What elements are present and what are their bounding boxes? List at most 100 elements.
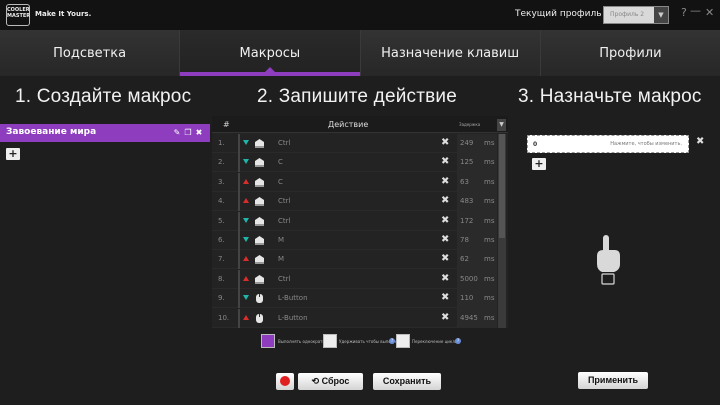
delay-value[interactable]: 249 <box>460 139 482 147</box>
delay-unit: ms <box>484 177 495 186</box>
action-label: C <box>278 177 283 186</box>
delay-value[interactable]: 63 <box>460 178 482 186</box>
delete-assignment-icon[interactable]: ✖ <box>696 136 704 147</box>
row-divider <box>238 134 240 153</box>
delete-row-icon[interactable]: ✖ <box>441 312 449 323</box>
row-number: 10. <box>218 313 230 322</box>
delay-unit: ms <box>484 294 495 303</box>
macro-name: Завоевание мира <box>6 127 97 137</box>
tab-macros[interactable]: Макросы <box>180 30 361 76</box>
delete-row-icon[interactable]: ✖ <box>441 176 449 187</box>
sort-dropdown-icon[interactable]: ▼ <box>497 119 506 131</box>
option-loop-checkbox[interactable] <box>396 334 410 348</box>
delete-row-icon[interactable]: ✖ <box>441 156 449 167</box>
delay-value[interactable]: 5000 <box>460 275 482 283</box>
delay-unit: ms <box>484 255 495 264</box>
table-row[interactable]: 10. L-Button ✖ 4945 ms <box>212 308 497 328</box>
action-label: L-Button <box>278 294 308 303</box>
add-assignment-button[interactable]: + <box>532 158 546 170</box>
title-bar: COOLER MASTER Make It Yours. Текущий проф… <box>0 0 720 30</box>
table-row[interactable]: 2. C ✖ 125 ms <box>212 153 497 173</box>
help-icon[interactable]: ? <box>389 338 395 344</box>
delay-value[interactable]: 483 <box>460 197 482 205</box>
table-row[interactable]: 4. Ctrl ✖ 483 ms <box>212 192 497 212</box>
delay-value[interactable]: 172 <box>460 217 482 225</box>
action-label: Ctrl <box>278 139 291 147</box>
reset-icon: ⟲ <box>311 376 320 386</box>
record-button[interactable] <box>276 373 294 390</box>
delete-row-icon[interactable]: ✖ <box>441 253 449 264</box>
delay-value[interactable]: 62 <box>460 255 482 263</box>
arrow-down-icon <box>243 237 249 242</box>
add-macro-button[interactable]: + <box>6 148 20 160</box>
row-divider <box>238 308 240 328</box>
tab-profiles[interactable]: Профили <box>540 30 720 76</box>
delay-unit: ms <box>484 216 495 225</box>
tab-lighting[interactable]: Подсветка <box>0 30 181 76</box>
table-row[interactable]: 1. Ctrl ✖ 249 ms <box>212 134 497 153</box>
scrollbar-thumb[interactable] <box>499 134 505 238</box>
delete-row-icon[interactable]: ✖ <box>441 273 449 284</box>
delete-row-icon[interactable]: ✖ <box>441 215 449 226</box>
close-button[interactable]: ✕ <box>705 6 714 19</box>
action-label: Ctrl <box>278 197 291 206</box>
step2-title: 2. Запишите действие <box>257 86 458 107</box>
table-row[interactable]: 5. Ctrl ✖ 172 ms <box>212 211 497 231</box>
delay-unit: ms <box>484 197 495 206</box>
row-divider <box>238 269 240 289</box>
row-divider <box>238 231 240 250</box>
delay-value[interactable]: 4945 <box>460 314 482 322</box>
key-icon <box>255 139 264 148</box>
macro-list-item[interactable]: Завоевание мира ✎ ❐ ✖ <box>0 124 210 142</box>
key-icon <box>255 274 264 284</box>
arrow-up-icon <box>243 198 249 204</box>
delay-unit: ms <box>484 236 495 244</box>
table-row[interactable]: 8. Ctrl ✖ 5000 ms <box>212 269 497 289</box>
row-number: 7. <box>218 255 225 264</box>
assign-macro-panel: 3. Назначьте макрос 0 Нажмите, чтобы изм… <box>510 76 720 405</box>
delay-value[interactable]: 125 <box>460 158 482 166</box>
arrow-up-icon <box>243 256 249 262</box>
help-icon[interactable]: ? <box>681 6 687 19</box>
delay-value[interactable]: 110 <box>460 294 482 302</box>
chevron-down-icon[interactable]: ▼ <box>654 7 668 23</box>
actions-rows: 1. Ctrl ✖ 249 ms 2. C ✖ 125 ms 3. C ✖ 63 ms 4. Ctrl ✖ 483 m… <box>212 134 497 328</box>
apply-button[interactable]: Применить <box>578 372 648 389</box>
minimize-button[interactable]: — <box>690 4 701 17</box>
delete-icon[interactable]: ✖ <box>195 128 203 137</box>
row-number: 3. <box>218 177 225 186</box>
delay-value[interactable]: 78 <box>460 236 482 244</box>
tab-key-assignment[interactable]: Назначение клавиш <box>360 30 541 76</box>
arrow-up-icon <box>243 178 249 184</box>
row-divider <box>238 289 240 309</box>
copy-icon[interactable]: ❐ <box>184 128 192 137</box>
action-label: L-Button <box>278 313 308 322</box>
row-number: 6. <box>218 236 225 244</box>
save-button[interactable]: Сохранить <box>373 373 441 390</box>
profile-select[interactable]: Профиль 2 ▼ <box>603 6 669 24</box>
reset-button[interactable]: ⟲ Сброс <box>298 373 363 390</box>
reset-label: Сброс <box>321 376 350 386</box>
row-number: 4. <box>218 197 225 206</box>
option-hold-checkbox[interactable] <box>323 334 337 348</box>
action-label: Ctrl <box>278 274 291 283</box>
row-divider <box>238 211 240 231</box>
delete-row-icon[interactable]: ✖ <box>441 137 449 148</box>
main-tabs: Подсветка Макросы Назначение клавиш Проф… <box>0 30 720 76</box>
edit-icon[interactable]: ✎ <box>173 128 181 137</box>
assign-key-value: 0 <box>533 141 538 148</box>
option-run-once-checkbox[interactable] <box>261 334 275 348</box>
table-row[interactable]: 3. C ✖ 63 ms <box>212 172 497 192</box>
assign-key-field[interactable]: 0 Нажмите, чтобы изменить. <box>527 135 689 153</box>
delete-row-icon[interactable]: ✖ <box>441 292 449 303</box>
create-macro-panel: 1. Создайте макрос Завоевание мира ✎ ❐ ✖… <box>0 76 210 405</box>
main-area: 1. Создайте макрос Завоевание мира ✎ ❐ ✖… <box>0 76 720 405</box>
table-row[interactable]: 6. M ✖ 78 ms <box>212 231 497 250</box>
help-icon[interactable]: ? <box>455 338 461 344</box>
delete-row-icon[interactable]: ✖ <box>441 195 449 206</box>
table-row[interactable]: 7. M ✖ 62 ms <box>212 250 497 270</box>
delete-row-icon[interactable]: ✖ <box>441 234 449 245</box>
row-number: 1. <box>218 139 225 147</box>
table-row[interactable]: 9. L-Button ✖ 110 ms <box>212 289 497 309</box>
mouse-icon <box>256 313 263 323</box>
